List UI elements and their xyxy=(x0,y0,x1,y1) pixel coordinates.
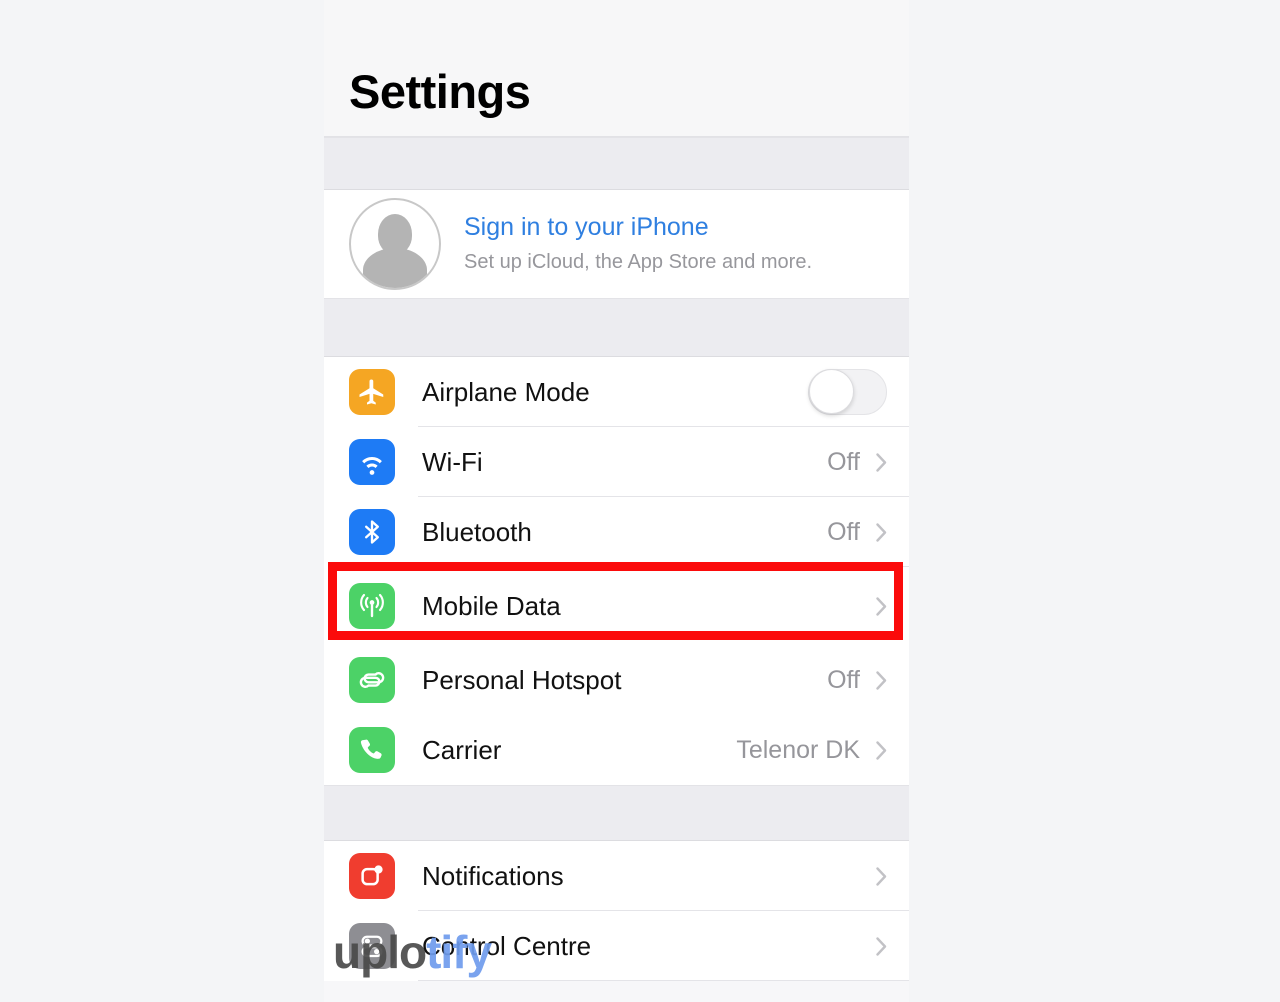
toggle-knob xyxy=(809,369,854,414)
row-label: Bluetooth xyxy=(422,516,532,547)
chevron-right-icon xyxy=(876,670,887,690)
row-label: Wi-Fi xyxy=(422,446,483,477)
row-label: Notifications xyxy=(422,860,564,891)
navigation-bar: Settings xyxy=(324,0,909,137)
row-value: Telenor DK xyxy=(736,735,860,764)
phone-handset-icon xyxy=(349,727,395,773)
wifi-icon xyxy=(349,439,395,485)
group-gap-system xyxy=(324,785,909,841)
row-control-centre[interactable]: Control Centre xyxy=(324,911,909,981)
row-value: Off xyxy=(827,517,860,546)
row-label: Personal Hotspot xyxy=(422,664,622,695)
airplane-icon xyxy=(349,369,395,415)
chevron-right-icon xyxy=(876,596,887,616)
row-label: Carrier xyxy=(422,734,502,765)
cellular-antenna-icon xyxy=(349,583,395,629)
row-carrier[interactable]: Carrier Telenor DK xyxy=(324,715,909,785)
sign-in-row[interactable]: Sign in to your iPhone Set up iCloud, th… xyxy=(324,190,909,298)
bluetooth-icon xyxy=(349,509,395,555)
iphone-settings-screenshot: Settings Sign in to your iPhone Set up i… xyxy=(324,0,909,1002)
notifications-icon xyxy=(349,853,395,899)
chevron-right-icon xyxy=(876,522,887,542)
row-label: Mobile Data xyxy=(422,590,561,621)
person-avatar-icon xyxy=(349,198,441,290)
row-bluetooth[interactable]: Bluetooth Off xyxy=(324,497,909,567)
chevron-right-icon xyxy=(876,452,887,472)
group-gap-top xyxy=(324,137,909,190)
row-mobile-data[interactable]: Mobile Data xyxy=(324,567,909,645)
hotspot-link-icon xyxy=(349,657,395,703)
row-label: Control Centre xyxy=(422,930,592,961)
chevron-right-icon xyxy=(876,740,887,760)
row-label: Airplane Mode xyxy=(422,376,590,407)
row-value: Off xyxy=(827,447,860,476)
account-group: Sign in to your iPhone Set up iCloud, th… xyxy=(324,190,909,298)
account-text-block: Sign in to your iPhone Set up iCloud, th… xyxy=(464,211,812,277)
group-gap-connectivity xyxy=(324,298,909,357)
row-wifi[interactable]: Wi-Fi Off xyxy=(324,427,909,497)
chevron-right-icon xyxy=(876,936,887,956)
airplane-mode-toggle[interactable] xyxy=(808,369,887,415)
row-value: Off xyxy=(827,665,860,694)
connectivity-group: Airplane Mode Wi-Fi Off Bluetooth Off Mo… xyxy=(324,357,909,785)
sign-in-title: Sign in to your iPhone xyxy=(464,213,709,242)
control-centre-icon xyxy=(349,923,395,969)
page-title: Settings xyxy=(349,65,531,118)
row-personal-hotspot[interactable]: Personal Hotspot Off xyxy=(324,645,909,715)
row-airplane-mode[interactable]: Airplane Mode xyxy=(324,357,909,427)
chevron-right-icon xyxy=(876,866,887,886)
row-notifications[interactable]: Notifications xyxy=(324,841,909,911)
sign-in-subtitle: Set up iCloud, the App Store and more. xyxy=(464,250,812,273)
system-group: Notifications Control Centre xyxy=(324,841,909,981)
